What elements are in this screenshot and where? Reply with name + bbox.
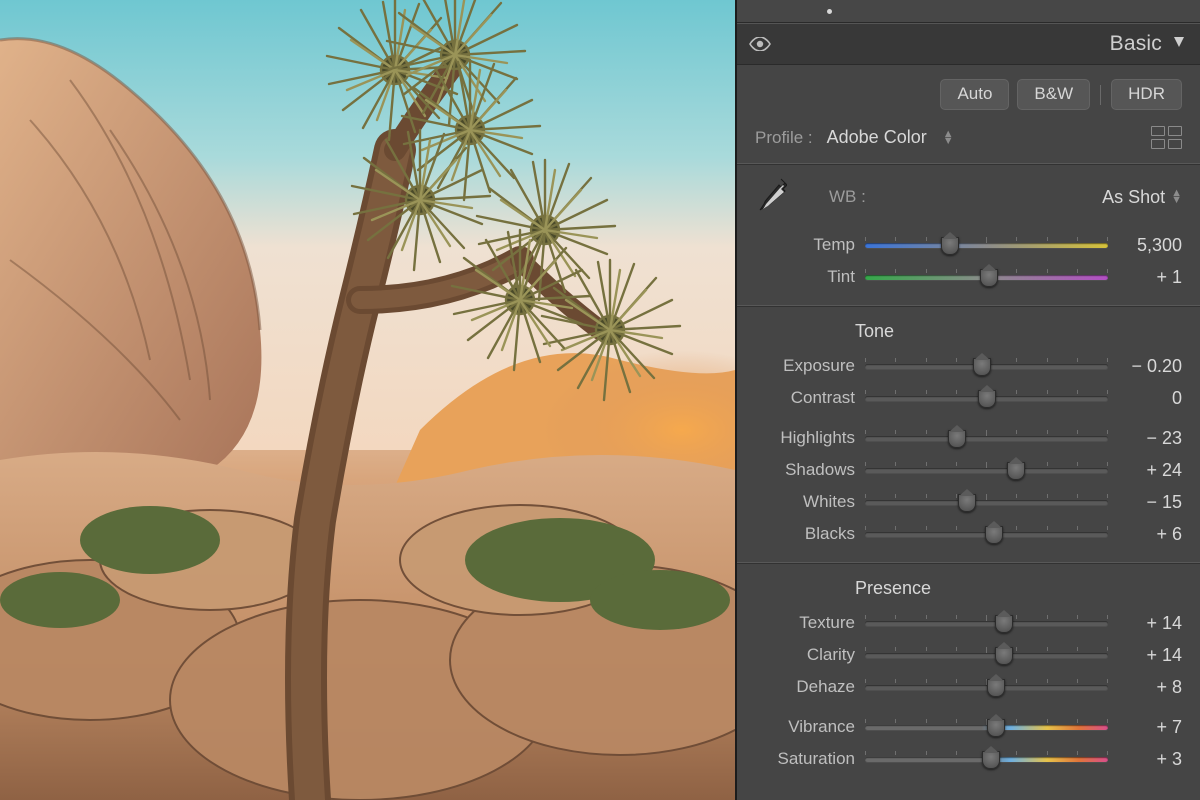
develop-panel: Basic Auto B&W HDR Profile : Adobe Color… xyxy=(735,0,1200,800)
updown-arrows-icon[interactable]: ▲▼ xyxy=(1171,190,1182,204)
bw-button[interactable]: B&W xyxy=(1017,79,1090,110)
profile-label: Profile : xyxy=(755,128,813,148)
exposure-slider[interactable] xyxy=(865,356,1108,376)
whites-label: Whites xyxy=(755,492,855,512)
blacks-label: Blacks xyxy=(755,524,855,544)
collapse-triangle-icon[interactable] xyxy=(1172,35,1186,54)
saturation-label: Saturation xyxy=(755,749,855,769)
tint-row: Tint + 1 xyxy=(755,261,1182,293)
vibrance-label: Vibrance xyxy=(755,717,855,737)
blacks-value[interactable]: + 6 xyxy=(1118,524,1182,545)
visibility-eye-icon[interactable] xyxy=(749,33,771,55)
profile-browser-icon[interactable] xyxy=(1151,126,1182,149)
wb-section: WB : As Shot ▲▼ Temp 5,300 Tint xyxy=(737,165,1200,305)
app-root: Basic Auto B&W HDR Profile : Adobe Color… xyxy=(0,0,1200,800)
histogram-strip xyxy=(737,0,1200,23)
whites-row: Whites − 15 xyxy=(755,486,1182,518)
clarity-label: Clarity xyxy=(755,645,855,665)
vibrance-row: Vibrance + 7 xyxy=(755,711,1182,743)
clarity-value[interactable]: + 14 xyxy=(1118,645,1182,666)
vibrance-value[interactable]: + 7 xyxy=(1118,717,1182,738)
segment-divider xyxy=(1100,85,1101,105)
texture-value[interactable]: + 14 xyxy=(1118,613,1182,634)
auto-button[interactable]: Auto xyxy=(940,79,1009,110)
shadows-row: Shadows + 24 xyxy=(755,454,1182,486)
contrast-label: Contrast xyxy=(755,388,855,408)
presence-section: Presence Texture + 14 Clarity + 14 Dehaz… xyxy=(737,564,1200,787)
whites-slider[interactable] xyxy=(865,492,1108,512)
dehaze-row: Dehaze + 8 xyxy=(755,671,1182,703)
dehaze-label: Dehaze xyxy=(755,677,855,697)
tint-slider[interactable] xyxy=(865,267,1108,287)
eyedropper-icon[interactable] xyxy=(755,175,789,219)
shadows-slider[interactable] xyxy=(865,460,1108,480)
panel-header-basic[interactable]: Basic xyxy=(737,23,1200,65)
contrast-row: Contrast 0 xyxy=(755,382,1182,414)
whites-value[interactable]: − 15 xyxy=(1118,492,1182,513)
wb-label: WB : xyxy=(829,187,866,207)
tint-label: Tint xyxy=(755,267,855,287)
contrast-value[interactable]: 0 xyxy=(1118,388,1182,409)
image-preview[interactable] xyxy=(0,0,735,800)
temp-slider[interactable] xyxy=(865,235,1108,255)
wb-dropdown[interactable]: As Shot xyxy=(1102,187,1165,208)
temp-label: Temp xyxy=(755,235,855,255)
saturation-value[interactable]: + 3 xyxy=(1118,749,1182,770)
texture-slider[interactable] xyxy=(865,613,1108,633)
tint-value[interactable]: + 1 xyxy=(1118,267,1182,288)
dehaze-slider[interactable] xyxy=(865,677,1108,697)
highlights-value[interactable]: − 23 xyxy=(1118,428,1182,449)
hdr-button[interactable]: HDR xyxy=(1111,79,1182,110)
saturation-row: Saturation + 3 xyxy=(755,743,1182,775)
saturation-slider[interactable] xyxy=(865,749,1108,769)
temp-row: Temp 5,300 xyxy=(755,229,1182,261)
profile-dropdown[interactable]: Adobe Color xyxy=(827,127,927,148)
highlights-row: Highlights − 23 xyxy=(755,422,1182,454)
presence-heading: Presence xyxy=(855,578,1182,599)
temp-value[interactable]: 5,300 xyxy=(1118,235,1182,256)
exposure-value[interactable]: − 0.20 xyxy=(1118,356,1182,377)
tone-section: Tone Exposure − 0.20 Contrast 0 Highligh… xyxy=(737,307,1200,562)
texture-row: Texture + 14 xyxy=(755,607,1182,639)
exposure-row: Exposure − 0.20 xyxy=(755,350,1182,382)
highlights-slider[interactable] xyxy=(865,428,1108,448)
vibrance-slider[interactable] xyxy=(865,717,1108,737)
texture-label: Texture xyxy=(755,613,855,633)
tone-heading: Tone xyxy=(855,321,1182,342)
shadows-value[interactable]: + 24 xyxy=(1118,460,1182,481)
clarity-row: Clarity + 14 xyxy=(755,639,1182,671)
panel-title: Basic xyxy=(1110,32,1162,56)
dehaze-value[interactable]: + 8 xyxy=(1118,677,1182,698)
shadows-label: Shadows xyxy=(755,460,855,480)
updown-arrows-icon[interactable]: ▲▼ xyxy=(943,131,954,145)
exposure-label: Exposure xyxy=(755,356,855,376)
blacks-row: Blacks + 6 xyxy=(755,518,1182,550)
panel-body: Auto B&W HDR Profile : Adobe Color ▲▼ WB… xyxy=(737,65,1200,800)
blacks-slider[interactable] xyxy=(865,524,1108,544)
clarity-slider[interactable] xyxy=(865,645,1108,665)
contrast-slider[interactable] xyxy=(865,388,1108,408)
highlights-label: Highlights xyxy=(755,428,855,448)
